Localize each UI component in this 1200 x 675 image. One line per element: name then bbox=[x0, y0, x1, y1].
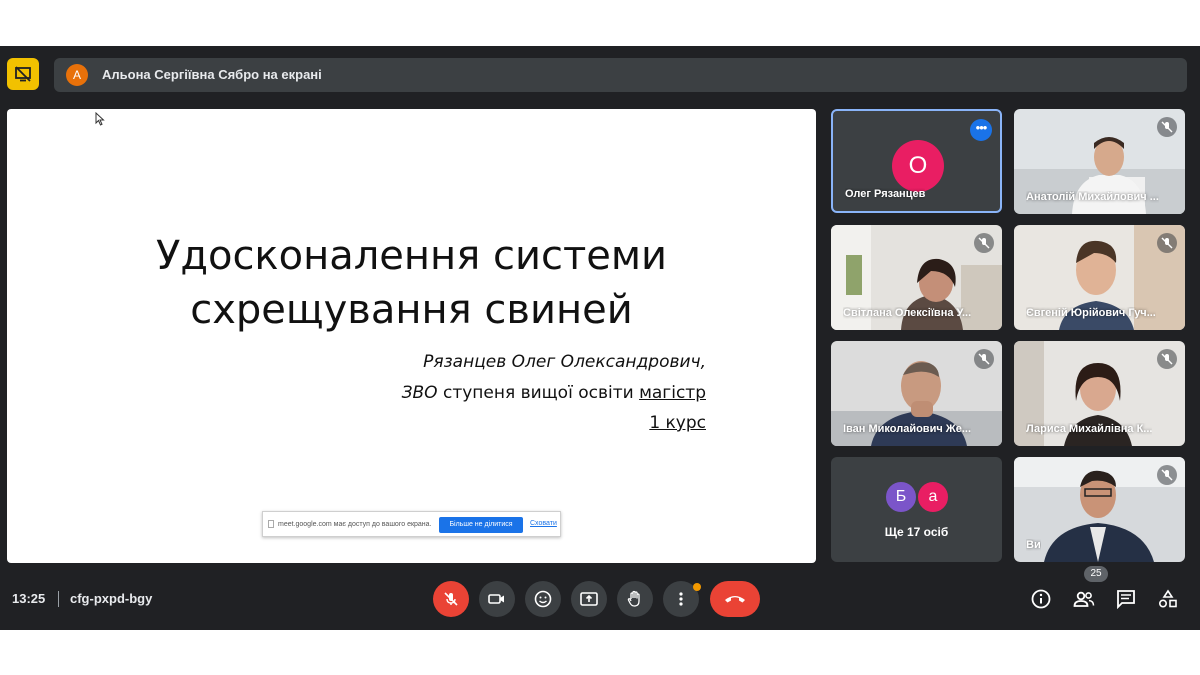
slide-course: 1 курс bbox=[649, 413, 706, 433]
people-count-badge: 25 bbox=[1084, 566, 1108, 582]
call-end-icon bbox=[725, 596, 745, 603]
more-participants-tile[interactable]: Б а Ще 17 осіб bbox=[831, 457, 1002, 562]
present-now-button[interactable] bbox=[571, 581, 607, 617]
mic-off-icon bbox=[974, 233, 994, 253]
mic-off-icon bbox=[1157, 349, 1177, 369]
participant-avatar: а bbox=[916, 480, 950, 514]
people-icon bbox=[1073, 591, 1095, 607]
camera-toggle-button[interactable] bbox=[479, 581, 515, 617]
mic-off-icon bbox=[1157, 117, 1177, 137]
participant-tile-yevhenii[interactable]: Євгеній Юрійович Гуч... bbox=[1014, 225, 1185, 330]
notification-dot bbox=[693, 583, 701, 591]
participant-avatar: О bbox=[892, 140, 944, 192]
leave-call-button[interactable] bbox=[710, 581, 760, 617]
participant-avatar: Б bbox=[884, 480, 918, 514]
presenter-label: Альона Сергіївна Сябро на екрані bbox=[102, 67, 322, 82]
presented-slide: Удосконалення системи схрещування свиней… bbox=[7, 109, 816, 563]
chat-button[interactable] bbox=[1113, 586, 1139, 612]
bottom-controls: 13:25 cfg-pxpd-bgy 25 bbox=[0, 562, 1200, 630]
activities-icon bbox=[1158, 589, 1177, 608]
stop-presenting-icon[interactable] bbox=[7, 58, 39, 90]
slide-title-line-2: схрещування свиней bbox=[190, 287, 633, 333]
stop-sharing-button[interactable]: Більше не ділитися bbox=[439, 517, 523, 533]
hand-icon bbox=[627, 590, 640, 607]
participant-name: Євгеній Юрійович Гуч... bbox=[1026, 307, 1156, 319]
participant-name: Лариса Михайлівна К... bbox=[1026, 423, 1153, 435]
mouse-cursor-icon bbox=[95, 112, 105, 126]
mic-off-icon bbox=[1157, 233, 1177, 253]
degree-mid: ступеня вищої освіти bbox=[437, 383, 640, 403]
degree-prefix: ЗВО bbox=[401, 383, 438, 403]
present-screen-icon bbox=[580, 592, 598, 606]
share-indicator-icon bbox=[268, 520, 274, 528]
slide-title: Удосконалення системи схрещування свиней bbox=[7, 229, 816, 337]
people-button[interactable] bbox=[1071, 586, 1097, 612]
participant-name: Анатолій Михайлович ... bbox=[1026, 191, 1159, 203]
hide-banner-link[interactable]: Сховати bbox=[530, 520, 557, 527]
mic-toggle-button[interactable] bbox=[433, 581, 469, 617]
raise-hand-button[interactable] bbox=[617, 581, 653, 617]
slide-degree: ЗВО ступеня вищої освіти магістр bbox=[402, 383, 706, 403]
participant-name: Іван Миколайович Же... bbox=[843, 423, 972, 435]
mic-off-icon bbox=[444, 592, 458, 606]
meeting-code: cfg-pxpd-bgy bbox=[70, 591, 153, 606]
meeting-details-button[interactable] bbox=[1028, 586, 1054, 612]
presenter-banner: А Альона Сергіївна Сябро на екрані bbox=[54, 58, 1187, 92]
participant-tile-svitlana[interactable]: Світлана Олексіївна У... bbox=[831, 225, 1002, 330]
clock: 13:25 bbox=[12, 591, 46, 606]
degree-level: магістр bbox=[639, 383, 706, 403]
divider bbox=[58, 591, 59, 607]
participant-name: Олег Рязанцев bbox=[845, 188, 926, 200]
participant-tile-larysa[interactable]: Лариса Михайлівна К... bbox=[1014, 341, 1185, 446]
participant-tile-you[interactable]: Ви bbox=[1014, 457, 1185, 562]
more-participants-label: Ще 17 осіб bbox=[884, 525, 949, 539]
activities-button[interactable] bbox=[1155, 586, 1181, 612]
participant-tile-ivan[interactable]: Іван Миколайович Же... bbox=[831, 341, 1002, 446]
top-bar: А Альона Сергіївна Сябро на екрані bbox=[0, 58, 1200, 92]
slide-author: Рязанцев Олег Олександрович, bbox=[423, 352, 706, 372]
participant-tile-anatolii[interactable]: Анатолій Михайлович ... bbox=[1014, 109, 1185, 214]
slide-title-line-1: Удосконалення системи bbox=[155, 233, 668, 279]
chat-icon bbox=[1117, 590, 1135, 609]
share-banner-text: meet.google.com має доступ до вашого екр… bbox=[278, 521, 432, 528]
mic-off-icon bbox=[974, 349, 994, 369]
participant-name: Ви bbox=[1026, 539, 1041, 551]
participant-tile-oleg[interactable]: О ••• Олег Рязанцев bbox=[831, 109, 1002, 213]
meet-window: А Альона Сергіївна Сябро на екрані Удоск… bbox=[0, 46, 1200, 630]
camera-icon bbox=[488, 594, 504, 604]
mic-off-icon bbox=[1157, 465, 1177, 485]
info-icon bbox=[1031, 589, 1051, 609]
emoji-icon bbox=[534, 590, 552, 608]
screen-share-banner: meet.google.com має доступ до вашого екр… bbox=[262, 511, 561, 537]
presenter-avatar: А bbox=[66, 64, 88, 86]
more-vert-icon bbox=[679, 592, 683, 606]
participant-name: Світлана Олексіївна У... bbox=[843, 307, 972, 319]
reactions-button[interactable] bbox=[525, 581, 561, 617]
more-options-icon[interactable]: ••• bbox=[970, 119, 992, 141]
